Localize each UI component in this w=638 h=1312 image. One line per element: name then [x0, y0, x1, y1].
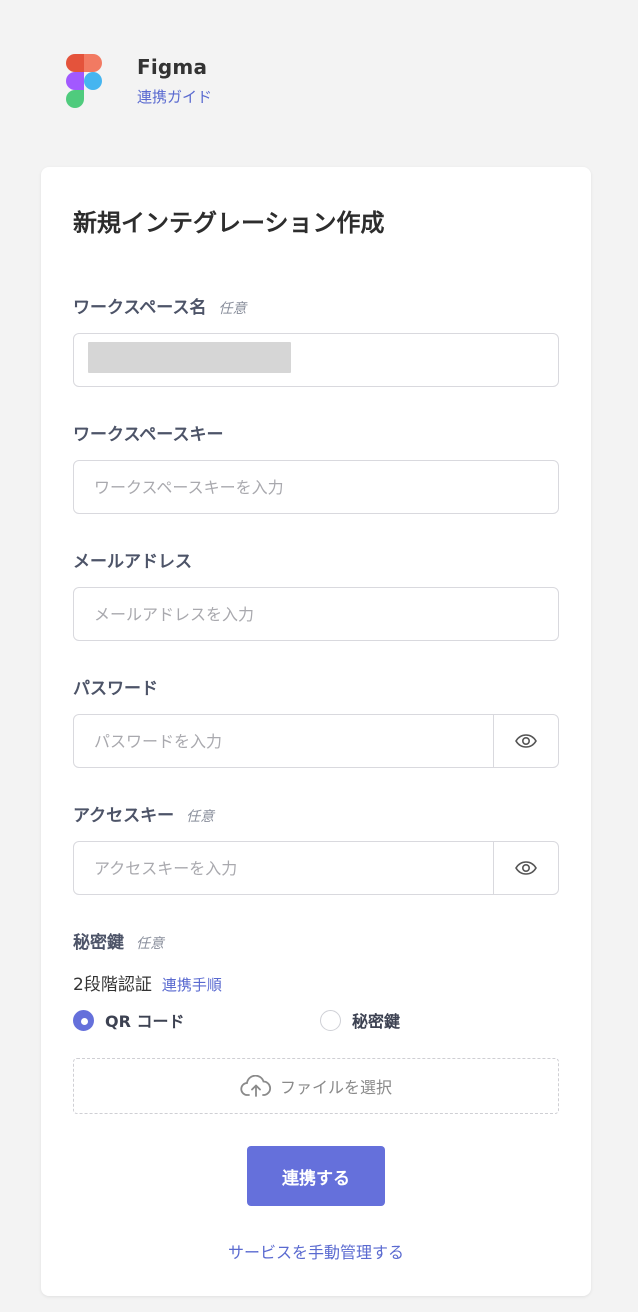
email-label: メールアドレス	[73, 552, 192, 572]
integration-form-card: 新規インテグレーション作成 ワークスペース名任意 ワークスペースキー メールアド…	[41, 167, 591, 1296]
secret-key-label-text: 秘密鍵	[73, 933, 124, 953]
cloud-upload-icon	[240, 1075, 272, 1097]
app-name: Figma	[137, 55, 208, 79]
integration-guide-link[interactable]: 連携ガイド	[137, 86, 212, 107]
optional-tag: 任意	[218, 301, 247, 317]
manual-management-link[interactable]: サービスを手動管理する	[41, 1239, 591, 1263]
page-title: 新規インテグレーション作成	[73, 209, 385, 237]
email-input[interactable]	[73, 587, 559, 641]
connect-button[interactable]: 連携する	[247, 1146, 385, 1206]
access-key-label: アクセスキー 任意	[73, 801, 214, 826]
access-key-label-text: アクセスキー	[73, 806, 175, 826]
password-field	[73, 714, 559, 768]
workspace-name-label: ワークスペース名 任意	[73, 293, 246, 318]
two-factor-guide-link[interactable]: 連携手順	[162, 976, 222, 994]
radio-secret-key[interactable]: 秘密鍵	[320, 1008, 400, 1032]
two-factor-label-text: 2段階認証	[73, 975, 152, 995]
two-factor-label: 2段階認証 連携手順	[73, 970, 222, 995]
figma-logo-icon	[66, 54, 102, 108]
eye-icon	[515, 861, 537, 875]
optional-tag: 任意	[186, 809, 215, 825]
access-key-input[interactable]	[74, 842, 494, 894]
password-input[interactable]	[74, 715, 494, 767]
password-label: パスワード	[73, 679, 158, 699]
secret-key-label: 秘密鍵 任意	[73, 928, 164, 953]
redacted-value	[88, 342, 291, 373]
optional-tag: 任意	[136, 936, 164, 952]
radio-qr-code[interactable]: QR コード	[73, 1008, 185, 1032]
eye-icon	[515, 734, 537, 748]
file-upload-dropzone[interactable]: ファイルを選択	[73, 1058, 559, 1114]
radio-secret-key-label: 秘密鍵	[352, 1012, 401, 1031]
radio-selected-icon	[73, 1009, 94, 1031]
workspace-name-label-text: ワークスペース名	[73, 298, 207, 318]
toggle-password-visibility-button[interactable]	[493, 715, 558, 767]
workspace-key-input[interactable]	[73, 460, 559, 514]
toggle-access-key-visibility-button[interactable]	[493, 842, 558, 894]
app-header: Figma 連携ガイド	[66, 54, 466, 110]
file-upload-label: ファイルを選択	[279, 1078, 392, 1097]
access-key-field	[73, 841, 559, 895]
radio-unselected-icon	[320, 1009, 341, 1031]
workspace-key-label: ワークスペースキー	[73, 425, 224, 445]
radio-qr-code-label: QR コード	[105, 1012, 185, 1031]
